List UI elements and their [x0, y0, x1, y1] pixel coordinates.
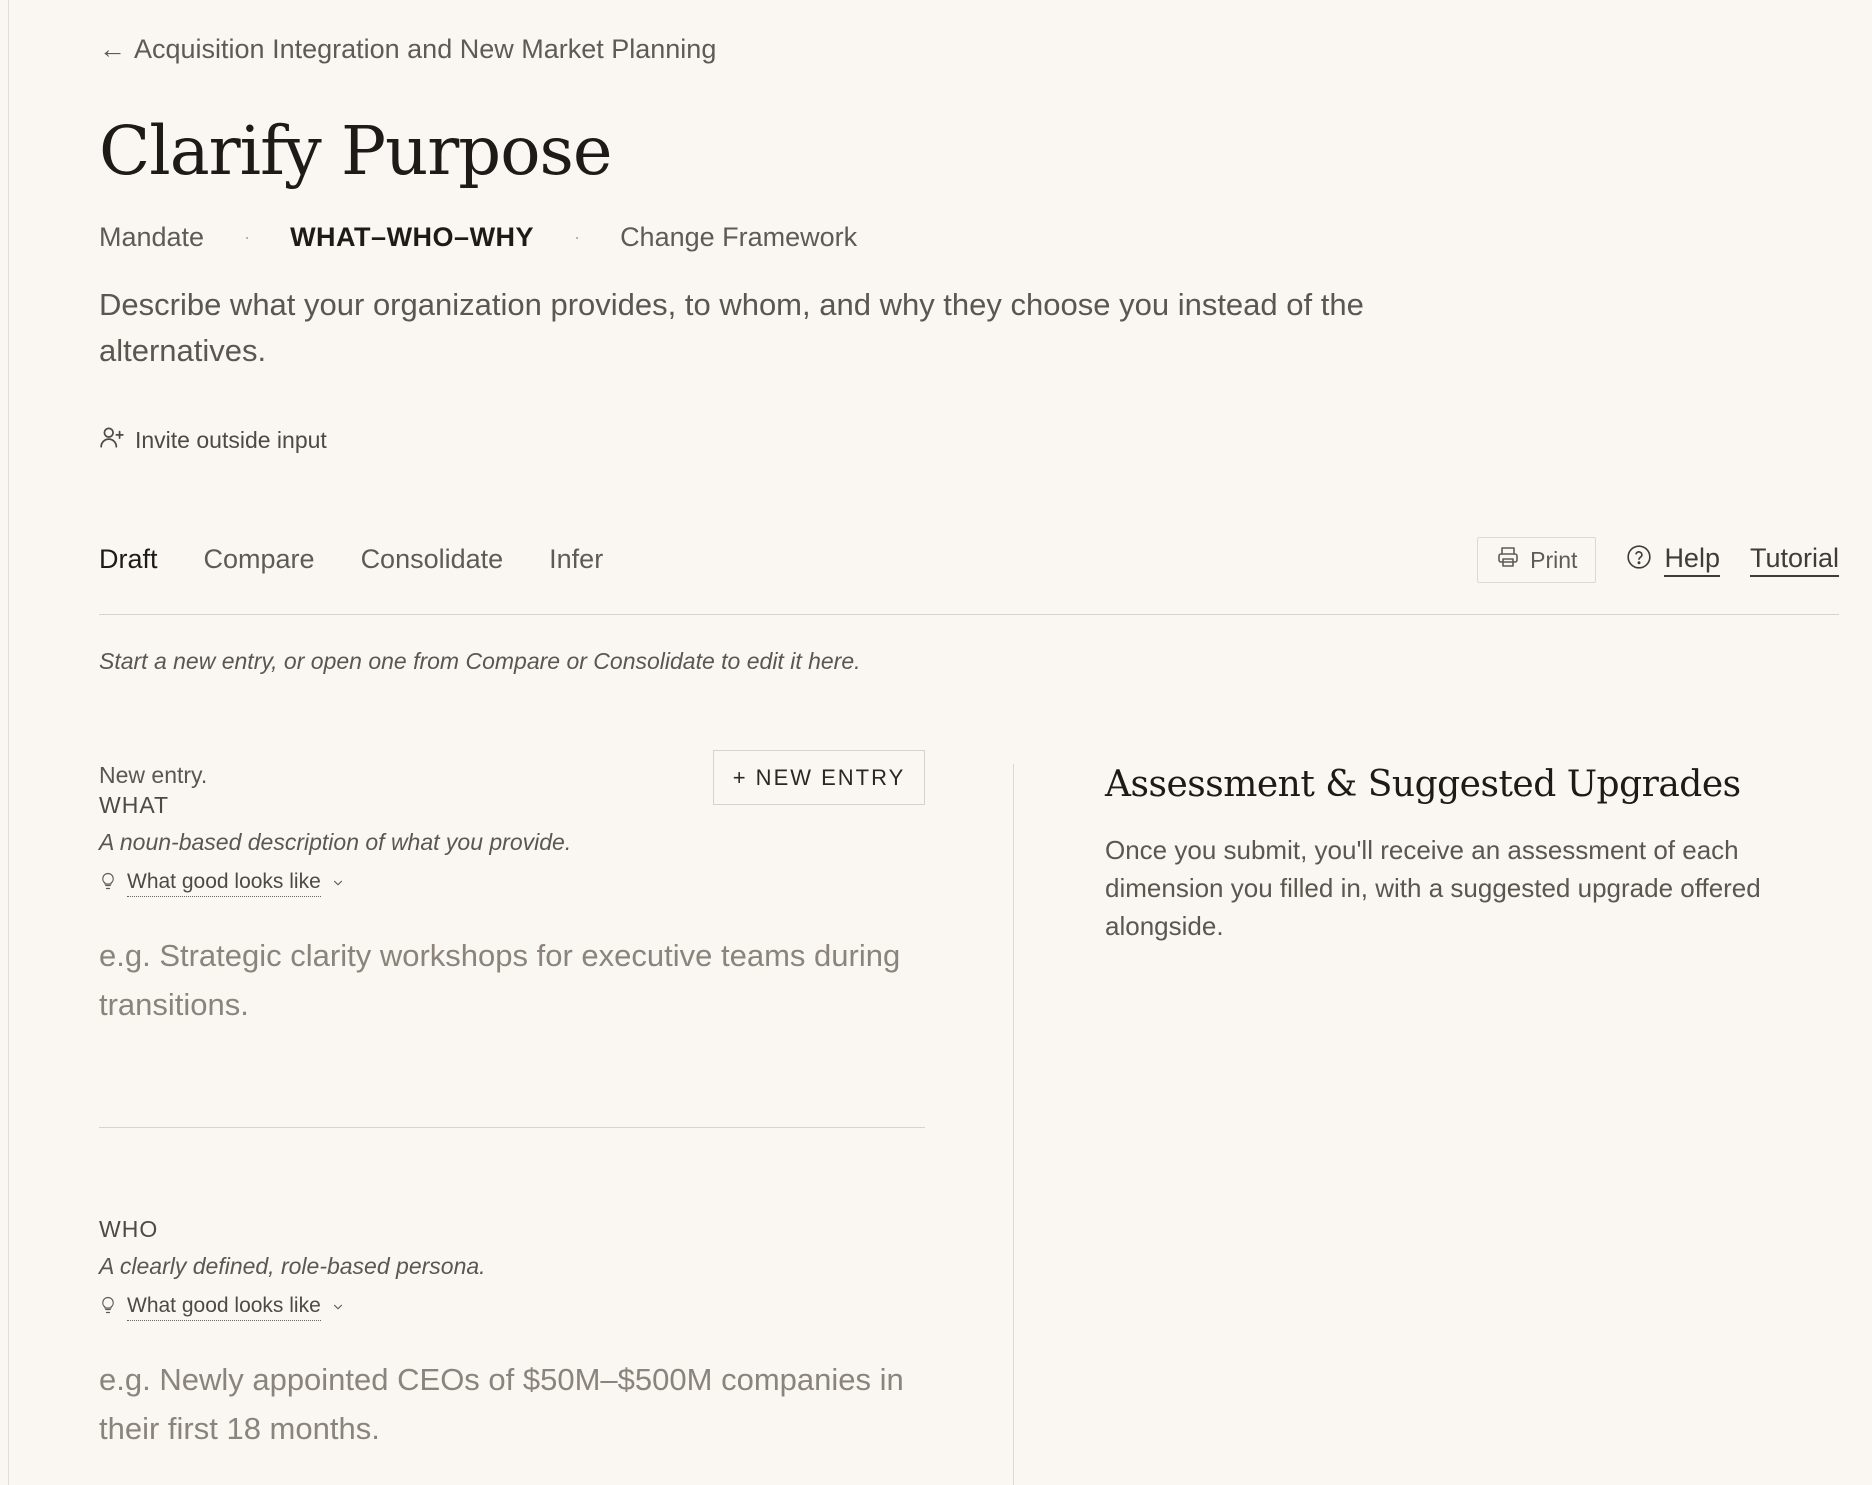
question-circle-icon	[1626, 544, 1652, 577]
guide-label: What good looks like	[127, 1294, 321, 1321]
what-good-looks-like-toggle[interactable]: What good looks like	[99, 1294, 925, 1321]
print-label: Print	[1530, 546, 1578, 573]
print-button[interactable]: Print	[1477, 537, 1597, 583]
assessment-title: Assessment & Suggested Upgrades	[1105, 764, 1741, 805]
breadcrumb-label: Acquisition Integration and New Market P…	[134, 34, 717, 64]
invite-outside-input-button[interactable]: Invite outside input	[99, 424, 327, 456]
lightbulb-icon	[99, 871, 117, 897]
framework-switcher: Mandate · WHAT–WHO–WHY · Change Framewor…	[99, 222, 857, 253]
section-divider	[99, 1127, 925, 1128]
lightbulb-icon	[99, 1295, 117, 1321]
framework-mandate[interactable]: Mandate	[99, 222, 204, 253]
user-plus-icon	[99, 424, 125, 456]
tabs-divider	[99, 614, 1839, 615]
what-input[interactable]	[99, 931, 925, 1127]
framework-separator: ·	[244, 227, 251, 247]
back-arrow-icon: ←	[99, 34, 126, 64]
assessment-body: Once you submit, you'll receive an asses…	[1105, 835, 1761, 941]
guide-label: What good looks like	[127, 870, 321, 897]
tab-draft[interactable]: Draft	[99, 544, 158, 575]
framework-change-framework[interactable]: Change Framework	[620, 222, 857, 253]
who-input[interactable]	[99, 1355, 925, 1465]
chevron-down-icon	[331, 872, 345, 896]
help-label: Help	[1664, 543, 1720, 577]
column-divider	[1013, 764, 1014, 1485]
section-subtitle: A noun-based description of what you pro…	[99, 829, 572, 855]
what-good-looks-like-toggle[interactable]: What good looks like	[99, 870, 925, 897]
who-section: WHO A clearly defined, role-based person…	[99, 1216, 925, 1465]
tab-infer[interactable]: Infer	[549, 544, 603, 575]
framework-what-who-why[interactable]: WHAT–WHO–WHY	[290, 222, 534, 253]
section-label: WHO	[99, 1216, 159, 1242]
section-label: WHAT	[99, 792, 170, 818]
help-link[interactable]: Help	[1626, 543, 1720, 577]
left-border	[8, 0, 9, 1485]
page-description: Describe what your organization provides…	[99, 287, 1364, 368]
invite-label: Invite outside input	[135, 426, 327, 453]
framework-separator: ·	[574, 227, 581, 247]
draft-hint: Start a new entry, or open one from Comp…	[99, 648, 861, 674]
tab-compare[interactable]: Compare	[204, 544, 315, 575]
assessment-panel: Assessment & Suggested Upgrades Once you…	[1105, 764, 1839, 945]
toolbar-actions: Print Help Tutorial	[1477, 537, 1839, 583]
chevron-down-icon	[331, 1296, 345, 1320]
mode-tabs: Draft Compare Consolidate Infer	[99, 544, 603, 575]
printer-icon	[1496, 545, 1520, 575]
section-subtitle: A clearly defined, role-based persona.	[99, 1253, 486, 1279]
tab-consolidate[interactable]: Consolidate	[361, 544, 504, 575]
tutorial-link[interactable]: Tutorial	[1749, 543, 1839, 577]
what-section: WHAT A noun-based description of what yo…	[99, 792, 925, 1128]
page-title: Clarify Purpose	[99, 112, 613, 190]
entry-status: New entry.	[99, 762, 208, 788]
breadcrumb-back-link[interactable]: ← Acquisition Integration and New Market …	[99, 34, 716, 65]
